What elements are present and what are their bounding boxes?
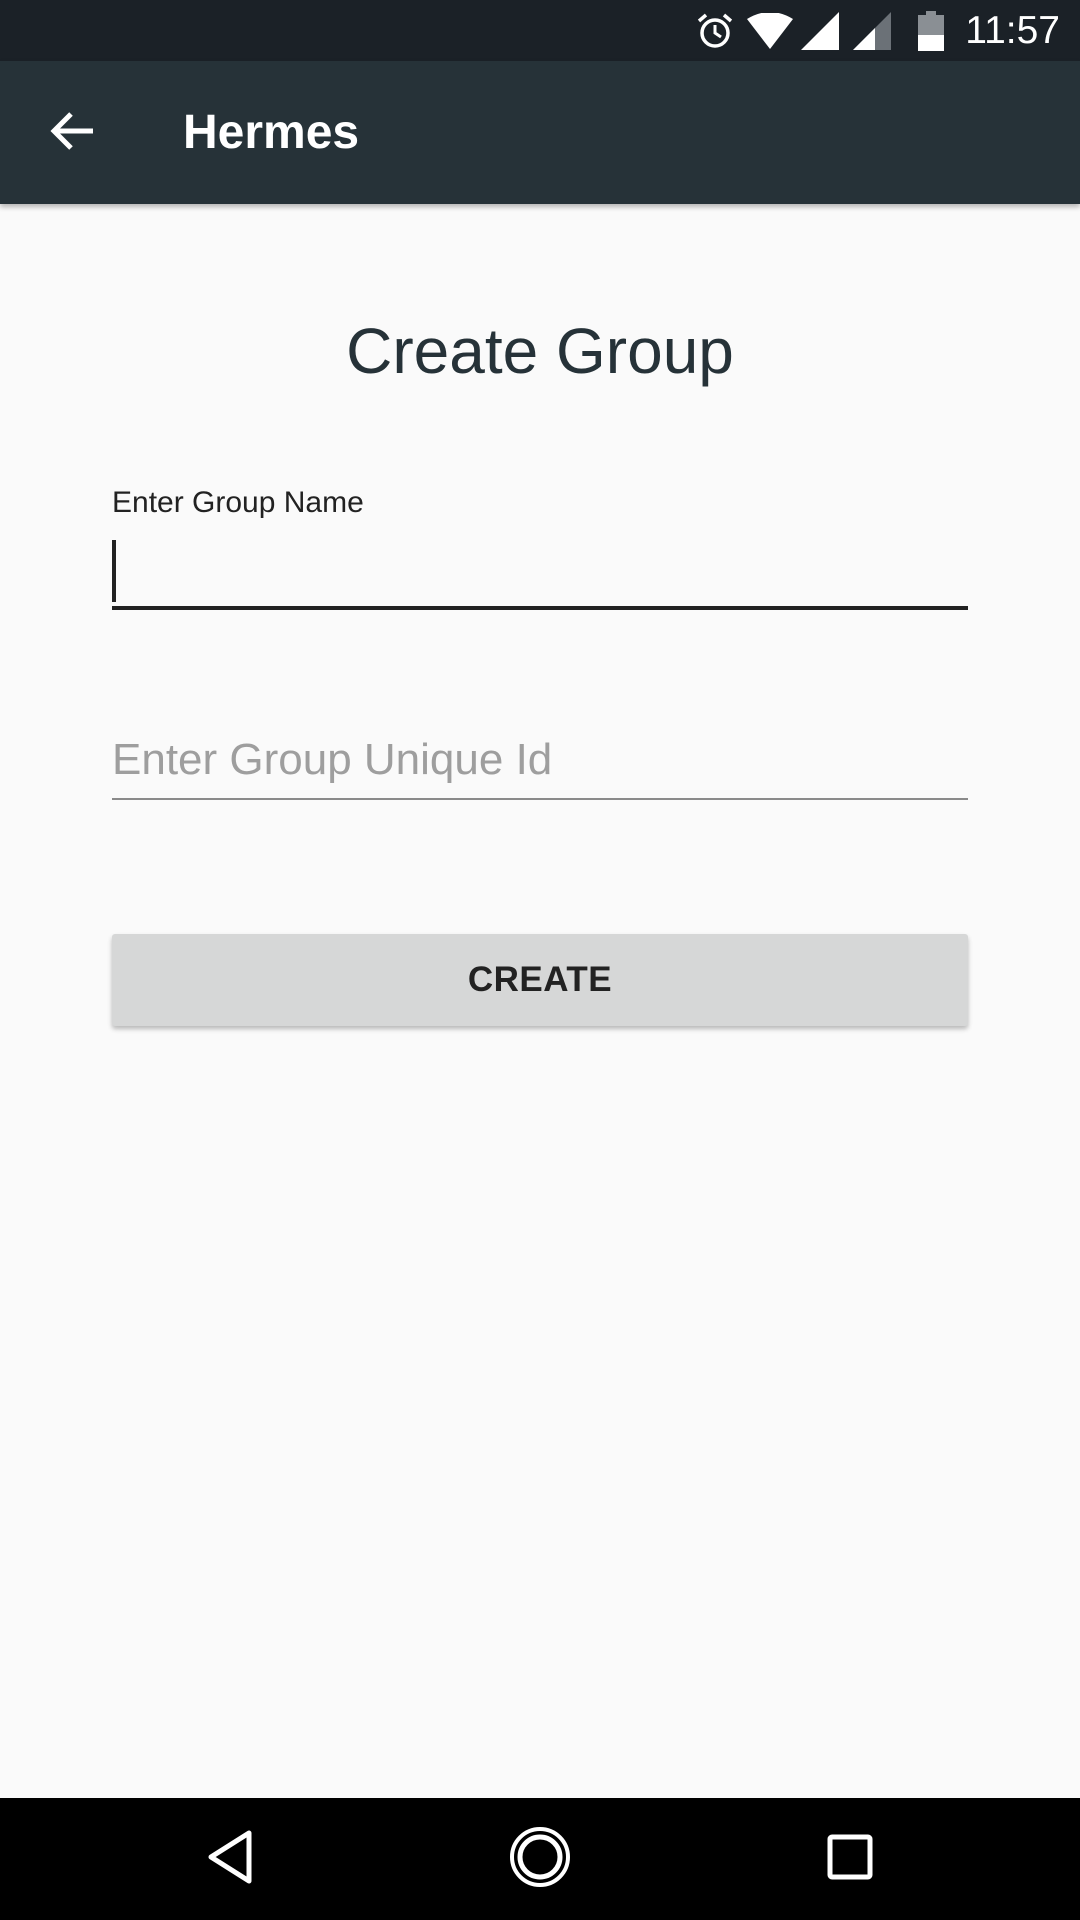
group-id-input[interactable] xyxy=(112,728,968,800)
group-name-label: Enter Group Name xyxy=(112,486,364,519)
arrow-back-icon xyxy=(49,111,95,156)
back-button[interactable] xyxy=(30,101,114,165)
back-triangle-icon xyxy=(205,1829,255,1890)
signal-icon xyxy=(800,0,840,61)
status-time: 11:57 xyxy=(965,9,1060,52)
group-name-input[interactable] xyxy=(112,535,968,610)
home-circle-icon xyxy=(509,1826,571,1893)
text-cursor xyxy=(112,540,116,602)
battery-icon xyxy=(914,0,948,61)
navigation-bar xyxy=(0,1798,1080,1920)
signal-icon xyxy=(852,0,892,61)
app-title: Hermes xyxy=(183,106,360,159)
nav-home-button[interactable] xyxy=(500,1819,580,1899)
app-bar: Hermes xyxy=(0,61,1080,204)
recents-square-icon xyxy=(827,1834,873,1885)
create-button[interactable]: CREATE xyxy=(112,934,968,1026)
alarm-icon xyxy=(692,0,738,61)
status-bar: 11:57 xyxy=(0,0,1080,61)
nav-back-button[interactable] xyxy=(190,1819,270,1899)
page-title: Create Group xyxy=(346,315,734,387)
nav-recents-button[interactable] xyxy=(810,1819,890,1899)
wifi-icon xyxy=(746,0,794,61)
